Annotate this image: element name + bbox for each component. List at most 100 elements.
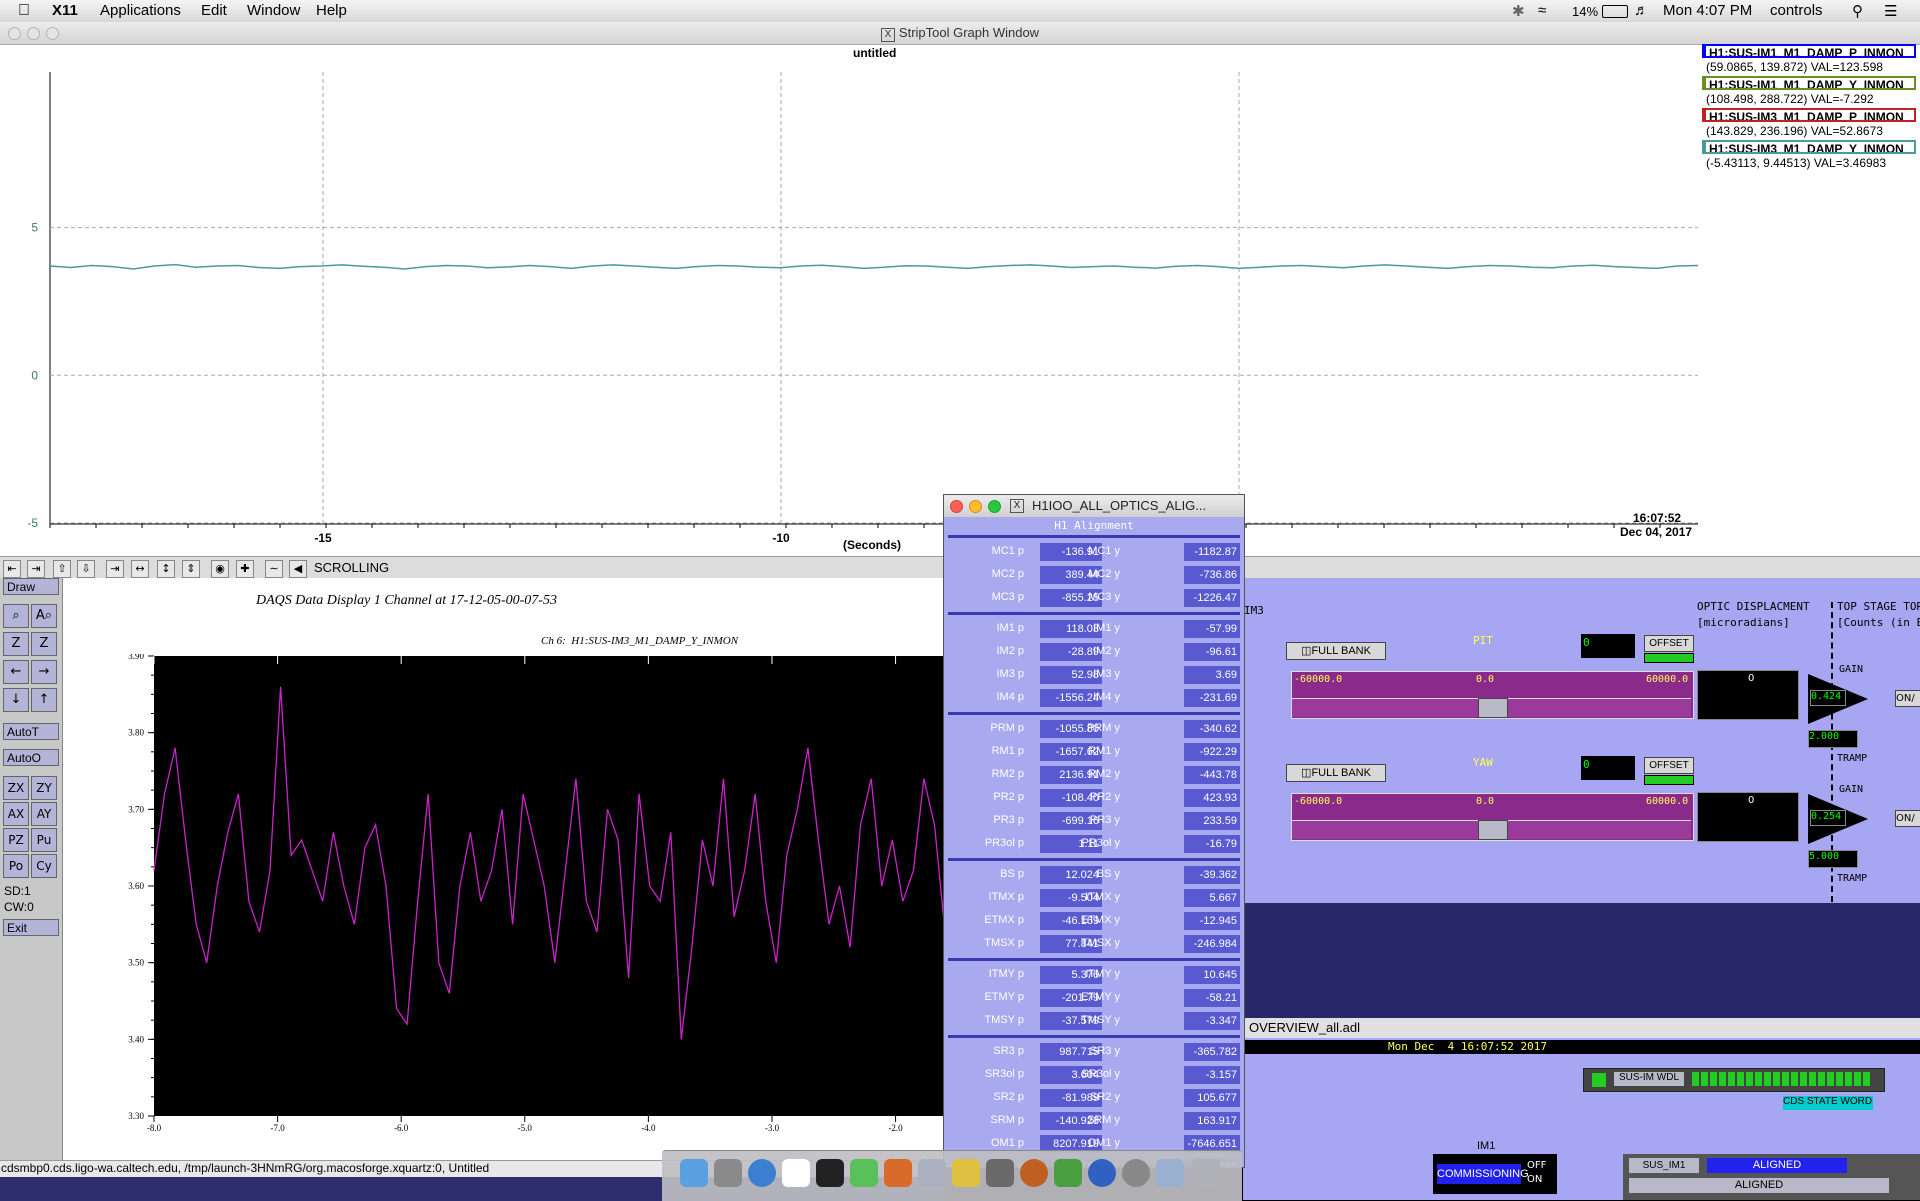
legend-series-name[interactable]: H1:SUS-IM3_M1_DAMP_Y_INMON	[1702, 140, 1916, 154]
striptool-titlebar[interactable]: X StripTool Graph Window	[0, 22, 1920, 45]
activity-icon[interactable]	[850, 1159, 878, 1187]
menu-window[interactable]: Window	[247, 2, 300, 19]
zoom-button[interactable]	[46, 27, 59, 40]
pit-offset-button[interactable]: OFFSET	[1644, 635, 1694, 652]
zoom-out-x-button[interactable]: ↔	[131, 560, 149, 578]
yaw-slider[interactable]: -60000.0 0.0 60000.0	[1291, 793, 1694, 841]
zoom-z-button[interactable]: Z	[3, 632, 29, 656]
sus-im1-button[interactable]: SUS_IM1	[1629, 1158, 1699, 1173]
scroll-left-button[interactable]: ⇤	[3, 560, 21, 578]
pit-full-bank-button[interactable]: ◫FULL BANK	[1286, 642, 1386, 660]
yaw-slider-handle[interactable]	[1478, 820, 1508, 840]
zoom-in-x-button[interactable]: ⇥	[106, 560, 124, 578]
photos-icon[interactable]	[1156, 1159, 1184, 1187]
autoo-button[interactable]: AutoO	[3, 749, 59, 766]
autoscale-button[interactable]: ∼	[265, 560, 283, 578]
daqs-chart[interactable]: 3.90 3.80 3.70 3.60 3.50 3.40 3.30-8.0 -7.0 -6.0…	[62, 654, 945, 1154]
pit-slider-handle[interactable]	[1478, 698, 1508, 718]
pan-up-button[interactable]: ↑	[31, 688, 57, 712]
app-menu[interactable]: X11	[52, 2, 78, 19]
overview-titlebar[interactable]: OVERVIEW_all.adl	[1243, 1018, 1920, 1038]
reset-button[interactable]: ◉	[211, 560, 229, 578]
menu-edit[interactable]: Edit	[201, 2, 227, 19]
legend-series-name[interactable]: H1:SUS-IM3_M1_DAMP_P_INMON	[1702, 108, 1916, 122]
battery-icon[interactable]	[1602, 5, 1628, 18]
pit-offset-field[interactable]: 0	[1581, 634, 1635, 658]
trash-icon[interactable]	[1192, 1159, 1220, 1187]
battery-percent[interactable]: 14%	[1572, 4, 1598, 19]
strip-chart[interactable]: 5 0 -5 -15 -10	[0, 58, 1700, 574]
editor-icon[interactable]	[952, 1159, 980, 1187]
scroll-down-button[interactable]: ⇩	[77, 560, 95, 578]
preview-icon[interactable]	[918, 1159, 946, 1187]
exit-button[interactable]: Exit	[3, 919, 59, 936]
pit-tramp-field[interactable]: 2.000	[1808, 730, 1858, 748]
yaw-full-bank-button[interactable]: ◫FULL BANK	[1286, 764, 1386, 782]
menu-help[interactable]: Help	[316, 2, 347, 19]
zx-button[interactable]: ZX	[3, 776, 29, 800]
add-button[interactable]: ✚	[236, 560, 254, 578]
pyramid-icon[interactable]	[1054, 1159, 1082, 1187]
alignment-close-button[interactable]	[950, 500, 963, 513]
zoom-in-y-button[interactable]: ↕	[157, 560, 175, 578]
pan-down-button[interactable]: ↓	[3, 688, 29, 712]
legend-series-name[interactable]: H1:SUS-IM1_M1_DAMP_P_INMON	[1702, 44, 1916, 58]
minimize-button[interactable]	[27, 27, 40, 40]
off-label[interactable]: OFF	[1527, 1160, 1546, 1171]
legend-series-name[interactable]: H1:SUS-IM1_M1_DAMP_Y_INMON	[1702, 76, 1916, 90]
sus-im-wdl-button[interactable]: SUS-IM WDL	[1614, 1072, 1684, 1086]
draw-button[interactable]: Draw	[3, 578, 59, 595]
zoom-out-y-button[interactable]: ⇕	[182, 560, 200, 578]
alignment-titlebar[interactable]: X H1IOO_ALL_OPTICS_ALIG...	[944, 495, 1244, 517]
finder-icon[interactable]	[680, 1159, 708, 1187]
scroll-right-button[interactable]: ⇥	[27, 560, 45, 578]
pit-on-button[interactable]: ON/	[1895, 690, 1920, 707]
xquartz-icon[interactable]	[1122, 1159, 1150, 1187]
pit-gain-field[interactable]: 0.424	[1810, 690, 1846, 706]
pan-right-button[interactable]: →	[31, 660, 57, 684]
bluetooth-icon[interactable]: ✱	[1512, 2, 1525, 20]
matlab-icon[interactable]	[884, 1159, 912, 1187]
scroll-up-button[interactable]: ⇧	[53, 560, 71, 578]
zoom-tool-icon[interactable]: ⌕	[3, 604, 29, 628]
apple-icon[interactable]: 	[18, 2, 30, 20]
optic-yaw-label: MC2 y	[1088, 568, 1120, 580]
yaw-gain-field[interactable]: 0.254	[1810, 810, 1846, 826]
spotlight-icon[interactable]: ⚲	[1852, 2, 1863, 20]
system-preferences-icon[interactable]	[714, 1159, 742, 1187]
calendar-icon[interactable]	[782, 1159, 810, 1187]
pz-button[interactable]: PZ	[3, 828, 29, 852]
yaw-on-button[interactable]: ON/	[1895, 810, 1920, 827]
zoom-z2-button[interactable]: Z	[31, 632, 57, 656]
autot-button[interactable]: AutoT	[3, 723, 59, 740]
on-label[interactable]: ON	[1527, 1174, 1542, 1185]
cy-button[interactable]: Cy	[31, 854, 57, 878]
safari-icon[interactable]	[748, 1159, 776, 1187]
scroll-mode-icon[interactable]: ◀	[289, 560, 307, 578]
notification-center-icon[interactable]: ☰	[1884, 2, 1897, 20]
medal-icon[interactable]	[1020, 1159, 1048, 1187]
alignment-minimize-button[interactable]	[969, 500, 982, 513]
ax-button[interactable]: AX	[3, 802, 29, 826]
menubar-clock[interactable]: Mon 4:07 PM	[1663, 2, 1752, 19]
volume-icon[interactable]: ♬	[1634, 2, 1649, 19]
wifi-icon[interactable]: ≈	[1538, 2, 1546, 19]
yaw-offset-button[interactable]: OFFSET	[1644, 757, 1694, 774]
close-button[interactable]	[8, 27, 21, 40]
zoom-text-button[interactable]: A⌕	[31, 604, 57, 628]
ay-button[interactable]: AY	[31, 802, 57, 826]
menu-applications[interactable]: Applications	[100, 2, 181, 19]
alignment-zoom-button[interactable]	[988, 500, 1001, 513]
yaw-tramp-field[interactable]: 5.000	[1808, 850, 1858, 868]
pan-left-button[interactable]: ←	[3, 660, 29, 684]
yaw-offset-field[interactable]: 0	[1581, 756, 1635, 780]
pu-button[interactable]: Pu	[31, 828, 57, 852]
menubar-user[interactable]: controls	[1770, 2, 1823, 19]
globe-icon[interactable]	[1088, 1159, 1116, 1187]
script-icon[interactable]	[986, 1159, 1014, 1187]
menu-bar:  X11 Applications Edit Window Help ✱ ≈ …	[0, 0, 1920, 23]
zy-button[interactable]: ZY	[31, 776, 57, 800]
terminal-icon[interactable]	[816, 1159, 844, 1187]
pit-slider[interactable]: -60000.0 0.0 60000.0	[1291, 671, 1694, 719]
po-button[interactable]: Po	[3, 854, 29, 878]
